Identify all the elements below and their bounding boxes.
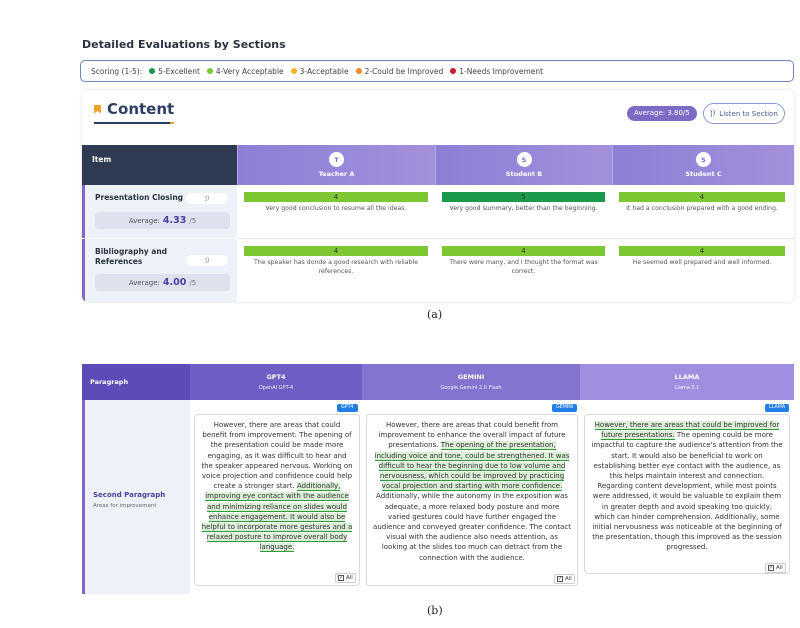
legend-item: 1-Needs Improvement xyxy=(450,67,543,76)
item-column-header: Item xyxy=(82,145,237,185)
paragraph-title: Second Paragraph xyxy=(93,491,166,499)
bookmark-icon xyxy=(94,104,101,114)
legend-prefix: Scoring (1-5): xyxy=(91,66,143,76)
item-listen-button[interactable]: ⦐) xyxy=(186,193,228,204)
score-comment: He seemed well prepared and well informe… xyxy=(632,259,772,266)
avatar: S xyxy=(696,152,711,167)
legend-dot xyxy=(290,68,297,74)
evaluator-header-student-b: S Student B xyxy=(435,145,612,185)
item-row-bibliography: Bibliography and References ⦐) Average: 4… xyxy=(82,239,237,302)
text-segment-highlighted: Additionally, improving eye contact with… xyxy=(201,482,353,553)
score-cell: 4 Very good conclusion to resume all the… xyxy=(244,192,428,213)
listen-to-section-button[interactable]: ⦐) Listen to Section xyxy=(703,103,785,124)
title-underline xyxy=(94,122,170,124)
score-comment: Very good conclusion to resume all the i… xyxy=(265,205,407,212)
score-cell: 4 He seemed well prepared and well infor… xyxy=(619,246,785,267)
row-divider xyxy=(237,238,794,239)
score-comment: There were many, and I thought the forma… xyxy=(449,259,598,275)
legend-item: 3-Acceptable xyxy=(290,67,349,76)
paragraph-row-label: Second Paragraph Areas for improvement xyxy=(82,400,190,594)
model-text-gemini: However, there are areas that could bene… xyxy=(366,414,578,586)
caption-b: (b) xyxy=(427,604,443,617)
score-bar: 4 xyxy=(244,192,428,202)
legend-item: 5-Excellent xyxy=(149,67,200,76)
select-all-checkbox-gemini[interactable]: ✓ All xyxy=(554,574,575,584)
paragraph-subtitle: Areas for improvement xyxy=(93,503,157,509)
item-listen-button[interactable]: ⦐) xyxy=(186,255,228,266)
score-bar: 4 xyxy=(442,246,605,256)
legend-dot xyxy=(355,68,362,74)
legend-dot xyxy=(450,68,457,74)
legend-item: 2-Could be Improved xyxy=(355,67,443,76)
score-cell: 4 The speaker has donde a good research … xyxy=(244,246,428,276)
score-bar: 4 xyxy=(619,192,785,202)
checkmark-icon: ✓ xyxy=(338,575,344,581)
scoring-legend: Scoring (1-5): 5-Excellent 4-Very Accept… xyxy=(80,60,794,82)
score-bar: 4 xyxy=(619,246,785,256)
speaker-icon: ⦐) xyxy=(710,109,716,117)
item-row-presentation-closing: Presentation Closing ⦐) Average: 4.33/5 xyxy=(82,185,237,238)
legend-dot xyxy=(206,68,213,74)
model-header-gpt4: GPT4 OpenAI GPT-4 xyxy=(190,364,362,400)
model-text-llama: However, there are areas that could be i… xyxy=(584,414,790,574)
checkmark-icon: ✓ xyxy=(557,576,563,582)
score-comment: The speaker has donde a good research wi… xyxy=(253,259,419,275)
content-heading: Content xyxy=(94,100,174,118)
evaluator-header-teacher-a: T Teacher A xyxy=(237,145,435,185)
select-all-checkbox-gpt4[interactable]: ✓ All xyxy=(335,573,356,583)
select-all-checkbox-llama[interactable]: ✓ All xyxy=(765,563,786,573)
model-text-gpt4: However, there are areas that could bene… xyxy=(194,414,360,586)
score-cell: 4 There were many, and I thought the for… xyxy=(442,246,605,276)
model-header-llama: LLAMA Llama 3.1 xyxy=(580,364,794,400)
score-cell: 5 Very good summary, better than the beg… xyxy=(442,192,605,213)
score-comment: It had a conclusion prepared with a good… xyxy=(626,205,778,212)
text-segment: The opening could be more impactful to c… xyxy=(591,431,783,552)
model-comparison-panel: Paragraph GPT4 OpenAI GPT-4 GEMINI Google … xyxy=(82,364,794,594)
score-bar: 5 xyxy=(442,192,605,202)
avatar: S xyxy=(516,152,532,167)
caption-a: (a) xyxy=(427,308,443,321)
content-section-panel: Content Average: 3.80/5 ⦐) Listen to Sec… xyxy=(82,90,794,302)
title-underline-accent xyxy=(170,122,174,124)
text-segment: Additionally, while the autonomy in the … xyxy=(373,492,571,562)
section-title: Detailed Evaluations by Sections xyxy=(82,38,286,51)
item-average: Average: 4.33/5 xyxy=(95,212,230,229)
model-tag-gpt4: GPT4 xyxy=(337,404,358,412)
avatar: T xyxy=(329,152,344,167)
item-average: Average: 4.00/5 xyxy=(95,274,230,291)
legend-dot xyxy=(149,68,156,74)
model-header-gemini: GEMINI Google Gemini 2.0 Flash xyxy=(362,364,580,400)
model-tag-llama: LLAMA xyxy=(765,404,790,412)
text-segment: However, there are areas that could bene… xyxy=(201,421,353,491)
score-comment: Very good summary, better than the begin… xyxy=(449,205,598,212)
content-title: Content xyxy=(107,100,175,118)
score-cell: 4 It had a conclusion prepared with a go… xyxy=(619,192,785,213)
checkmark-icon: ✓ xyxy=(768,565,774,571)
evaluator-header-student-c: S Student C xyxy=(612,145,794,185)
legend-item: 4-Very Acceptable xyxy=(206,67,284,76)
score-bar: 4 xyxy=(244,246,428,256)
paragraph-column-header: Paragraph xyxy=(82,364,190,400)
section-average-badge: Average: 3.80/5 xyxy=(627,106,697,121)
model-tag-gemini: GEMINI xyxy=(552,404,578,412)
item-name: Bibliography and References xyxy=(95,247,168,266)
